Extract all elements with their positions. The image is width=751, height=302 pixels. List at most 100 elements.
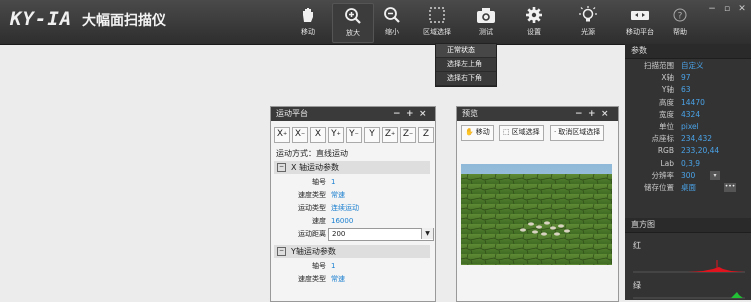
param-resolution[interactable]: 分辨率 300 ▾ [625,170,751,182]
gear-icon [526,7,542,23]
preview-titlebar: 预览 − + × [457,107,618,121]
menu-item-normal[interactable]: 正常状态 [436,44,496,58]
y-plus-button[interactable]: Y+ [328,127,344,143]
y-axis-section-header[interactable]: − Y轴运动参数 [274,245,430,258]
param-x-axis: X轴 97 [661,73,691,83]
light-source-label: 光源 [581,28,595,36]
region-select-icon [429,7,445,23]
move-tool-label: 移动 [301,28,315,36]
param-scan-range[interactable]: 扫描范围 自定义 [625,60,751,72]
preview-minimize[interactable]: − [575,107,583,121]
help-label: 帮助 [673,28,687,36]
preview-title: 预览 [462,109,478,118]
menu-item-select-bottom-right[interactable]: 选择右下角 [436,72,496,86]
param-unit[interactable]: 单位 pixel [625,121,751,133]
y-axis-number-row: 轴号 1 [312,262,336,270]
x-speed-type-row[interactable]: 速度类型 常速 [274,189,430,202]
preview-cancel-region-button[interactable]: · 取消区域选择 [550,125,605,141]
camera-icon [477,8,495,23]
parameter-list: 扫描范围 自定义 X轴 97 Y轴 63 高度 14470 宽度 4324 单位 pixel… [625,60,751,194]
svg-text:?: ? [678,12,683,22]
menu-item-select-top-left[interactable]: 选择左上角 [436,58,496,72]
preview-close[interactable]: × [601,107,609,121]
region-select-label: 区域选择 [423,28,451,36]
x-home-button[interactable]: X [310,127,326,143]
motion-platform-panel: 运动平台 − + × X+ X− X Y+ Y− Y Z+ Z− Z 运动方式：… [270,106,436,302]
x-motion-type-row[interactable]: 运动类型 连续运动 [274,202,430,215]
histogram-section: 直方图 红 绿 [625,218,751,299]
region-select-icon: ⬚ [503,128,510,136]
hand-icon [303,8,313,22]
param-y-axis: Y轴 63 [661,85,691,95]
z-home-button[interactable]: Z [418,127,434,143]
x-speed-row[interactable]: 速度 16000 [274,215,430,228]
help-icon: ? [673,8,687,22]
help-button[interactable]: ? 帮助 [660,3,700,41]
browse-button[interactable]: ••• [724,182,736,192]
minimize-button[interactable]: − [706,4,718,14]
collapse-icon[interactable]: − [277,247,286,256]
param-lab: Lab 0,3,9 [660,158,701,168]
zoom-in-label: 放大 [346,29,360,37]
preview-region-select-button[interactable]: ⬚ 区域选择 [499,125,544,141]
top-toolbar: KY-IA 大幅面扫描仪 移动 放大 缩小 区域选择 测试 设置 光源 移动平台… [0,0,751,45]
y-home-button[interactable]: Y [364,127,380,143]
zoom-in-icon [345,8,361,24]
collapse-icon[interactable]: − [277,163,286,172]
y-speed-type-row[interactable]: 速度类型 常速 [274,273,430,286]
close-button[interactable]: ✕ [736,4,748,14]
bulb-icon [579,6,597,22]
motion-panel-titlebar: 运动平台 − + × [271,107,435,121]
x-distance-select[interactable]: 运动距离 200 ▼ [274,228,434,241]
motion-panel-close[interactable]: × [419,107,427,121]
motion-panel-title: 运动平台 [276,109,308,118]
preview-move-button[interactable]: ✋ 移动 [461,125,494,141]
platform-icon [631,11,649,20]
settings-button[interactable]: 设置 [514,3,554,41]
app-title: 大幅面扫描仪 [82,13,166,29]
preview-image [461,164,612,265]
green-histogram [633,292,745,299]
chevron-down-icon[interactable]: ▼ [421,228,433,239]
motion-mode-label: 运动方式：直线运动 [276,149,348,158]
app-logo: KY-IA [10,8,73,30]
x-axis-section-header[interactable]: − X 轴运动参数 [274,161,430,174]
x-minus-button[interactable]: X− [292,127,308,143]
z-plus-button[interactable]: Z+ [382,127,398,143]
param-width: 宽度 4324 [659,109,701,119]
zoom-out-icon [384,7,400,23]
param-point-coord: 点座标 234,432 [651,134,713,144]
red-histogram [633,260,745,273]
parameter-panel-title: 参数 [625,44,751,59]
resolution-spinner[interactable]: ▾ [710,170,720,180]
settings-label: 设置 [527,28,541,36]
x-plus-button[interactable]: X+ [274,127,290,143]
preview-panel: 预览 − + × ✋ 移动 ⬚ 区域选择 · 取消区域选择 [456,106,619,302]
motion-platform-button[interactable]: 移动平台 [620,3,660,41]
zoom-out-button[interactable]: 缩小 [372,3,412,41]
region-select-button[interactable]: 区域选择 [414,3,460,41]
light-source-button[interactable]: 光源 [568,3,608,41]
x-axis-number-row: 轴号 1 [312,178,336,186]
hand-icon: ✋ [465,128,474,136]
z-minus-button[interactable]: Z− [400,127,416,143]
restore-button[interactable]: ▫ [721,4,733,14]
test-button[interactable]: 测试 [466,3,506,41]
param-height: 高度 14470 [659,97,705,107]
histogram-title: 直方图 [625,218,751,233]
motion-panel-minimize[interactable]: − [393,107,401,121]
dot-icon: · [554,128,557,136]
move-tool-button[interactable]: 移动 [288,3,328,41]
zoom-out-label: 缩小 [385,28,399,36]
motion-platform-label: 移动平台 [626,28,654,36]
zoom-in-button[interactable]: 放大 [332,3,374,43]
param-save-location[interactable]: 储存位置 桌面 ••• [625,182,751,194]
y-minus-button[interactable]: Y− [346,127,362,143]
param-rgb: RGB 233,20,44 [657,146,720,156]
region-select-menu: 正常状态 选择左上角 选择右下角 [435,43,497,87]
histogram-red-label: 红 [633,241,641,250]
test-label: 测试 [479,28,493,36]
parameter-panel: 参数 扫描范围 自定义 X轴 97 Y轴 63 高度 14470 宽度 4324 单位 pi… [625,44,751,300]
motion-panel-maximize[interactable]: + [406,107,414,121]
preview-maximize[interactable]: + [588,107,596,121]
